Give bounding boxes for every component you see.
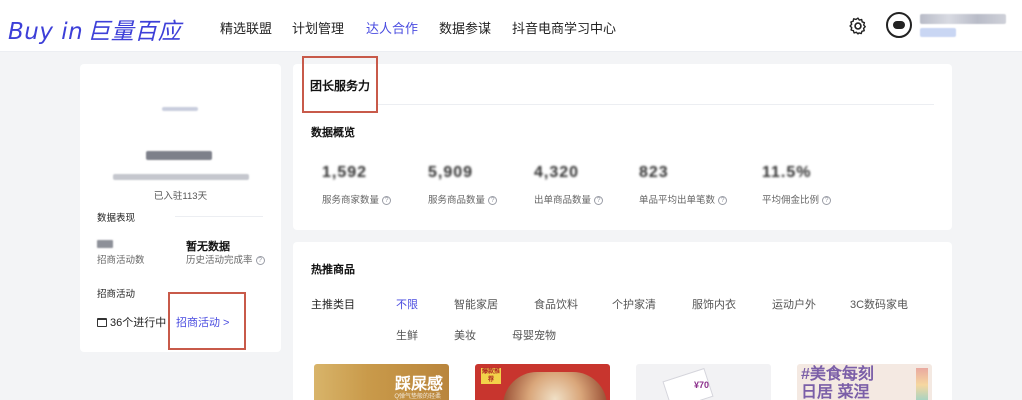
main-category-label: 主推类目 bbox=[311, 299, 355, 311]
product-price-tag: ¥70 bbox=[694, 380, 710, 390]
help-icon[interactable]: ? bbox=[255, 255, 265, 265]
metric-label-sold-products-text: 出单商品数量 bbox=[534, 195, 592, 206]
profile-name-redacted bbox=[146, 151, 212, 160]
metric-label-commission-text: 平均佣金比例 bbox=[762, 195, 820, 206]
nav-item-plan-management[interactable]: 计划管理 bbox=[292, 18, 344, 37]
section-divider bbox=[175, 216, 263, 217]
metric-label-merchants-text: 服务商家数量 bbox=[322, 195, 380, 206]
activity-count-label: 招商活动数 bbox=[97, 255, 145, 266]
user-tag-redacted bbox=[920, 28, 956, 37]
user-avatar[interactable] bbox=[886, 12, 912, 38]
hot-products-title: 热推商品 bbox=[311, 264, 355, 276]
user-name-redacted bbox=[920, 14, 1006, 24]
metric-label-avg-orders-text: 单品平均出单笔数 bbox=[639, 195, 716, 206]
category-option-personal-care[interactable]: 个护家清 bbox=[612, 296, 656, 312]
top-navigation-bar: Buy in 巨量百应 精选联盟 计划管理 达人合作 数据参谋 抖音电商学习中心 bbox=[0, 0, 1022, 52]
ongoing-count-text: 36个进行中 bbox=[110, 317, 167, 329]
product-thumbnail-subtext: Q弹气垫般的轻柔 bbox=[394, 394, 441, 400]
metric-label-avg-orders: 单品平均出单笔数? bbox=[639, 192, 728, 206]
nav-item-data-advisor[interactable]: 数据参谋 bbox=[439, 18, 491, 37]
highlight-box-activity bbox=[168, 292, 246, 350]
ongoing-activities: 36个进行中 bbox=[97, 314, 166, 330]
product-image bbox=[916, 368, 928, 400]
category-option-mother-baby-pet[interactable]: 母婴宠物 bbox=[512, 327, 556, 343]
calendar-icon bbox=[97, 318, 107, 327]
metric-value-commission: 11.5% bbox=[762, 164, 812, 181]
category-option-all[interactable]: 不限 bbox=[396, 296, 418, 312]
metric-value-avg-orders: 823 bbox=[639, 164, 669, 181]
metric-value-merchants: 1,592 bbox=[322, 164, 368, 181]
category-option-smart-home[interactable]: 智能家居 bbox=[454, 296, 498, 312]
metric-value-sold-products: 4,320 bbox=[534, 164, 580, 181]
nav-item-influencer-cooperation[interactable]: 达人合作 bbox=[366, 18, 418, 37]
profile-avatar-redacted bbox=[162, 107, 198, 111]
metric-label-commission: 平均佣金比例? bbox=[762, 192, 832, 206]
profile-desc-redacted bbox=[113, 174, 249, 180]
help-icon[interactable]: ? bbox=[594, 195, 604, 205]
settled-days-text: 已入驻113天 bbox=[153, 191, 208, 202]
product-badge: 爆款推荐 bbox=[481, 368, 501, 384]
product-thumbnail[interactable]: 爆款推荐 bbox=[475, 364, 610, 400]
service-title-divider bbox=[378, 104, 934, 105]
metric-label-products: 服务商品数量? bbox=[428, 192, 498, 206]
service-capability-card bbox=[293, 64, 952, 230]
logo-text: Buy in bbox=[8, 19, 84, 45]
category-option-fresh[interactable]: 生鲜 bbox=[396, 327, 418, 343]
category-option-apparel[interactable]: 服饰内衣 bbox=[692, 296, 736, 312]
activity-count-redacted bbox=[97, 240, 113, 248]
completion-rate-label: 历史活动完成率? bbox=[186, 252, 265, 266]
data-overview-label: 数据概览 bbox=[311, 127, 355, 139]
category-option-food[interactable]: 食品饮料 bbox=[534, 296, 578, 312]
product-image bbox=[503, 372, 607, 400]
product-thumbnail-text-2: 日居 菜涅 bbox=[801, 384, 870, 400]
help-icon[interactable]: ? bbox=[822, 195, 832, 205]
category-option-electronics[interactable]: 3C数码家电 bbox=[850, 296, 908, 312]
logo-cn-text: 巨量百应 bbox=[87, 19, 182, 45]
activity-section-label: 招商活动 bbox=[97, 289, 136, 300]
product-thumbnail[interactable]: ¥70 bbox=[636, 364, 771, 400]
gear-icon[interactable] bbox=[848, 16, 868, 36]
nav-item-learning-center[interactable]: 抖音电商学习中心 bbox=[512, 18, 616, 37]
product-thumbnail[interactable]: #美食每刻 日居 菜涅 bbox=[797, 364, 932, 400]
help-icon[interactable]: ? bbox=[718, 195, 728, 205]
metric-label-merchants: 服务商家数量? bbox=[322, 192, 392, 206]
completion-rate-label-text: 历史活动完成率 bbox=[186, 255, 253, 266]
category-option-beauty[interactable]: 美妆 bbox=[454, 327, 476, 343]
highlight-box-service-title bbox=[302, 56, 378, 113]
nav-item-selected-alliance[interactable]: 精选联盟 bbox=[220, 18, 272, 37]
metric-label-sold-products: 出单商品数量? bbox=[534, 192, 604, 206]
product-thumbnail-text: #美食每刻 bbox=[801, 366, 874, 383]
buyin-logo[interactable]: Buy in 巨量百应 bbox=[8, 12, 181, 46]
product-thumbnail[interactable]: 踩屎感 Q弹气垫般的轻柔 bbox=[314, 364, 449, 400]
help-icon[interactable]: ? bbox=[488, 195, 498, 205]
category-option-outdoor[interactable]: 运动户外 bbox=[772, 296, 816, 312]
metric-value-products: 5,909 bbox=[428, 164, 474, 181]
metric-label-products-text: 服务商品数量 bbox=[428, 195, 486, 206]
help-icon[interactable]: ? bbox=[382, 195, 392, 205]
data-performance-label: 数据表现 bbox=[97, 213, 136, 224]
